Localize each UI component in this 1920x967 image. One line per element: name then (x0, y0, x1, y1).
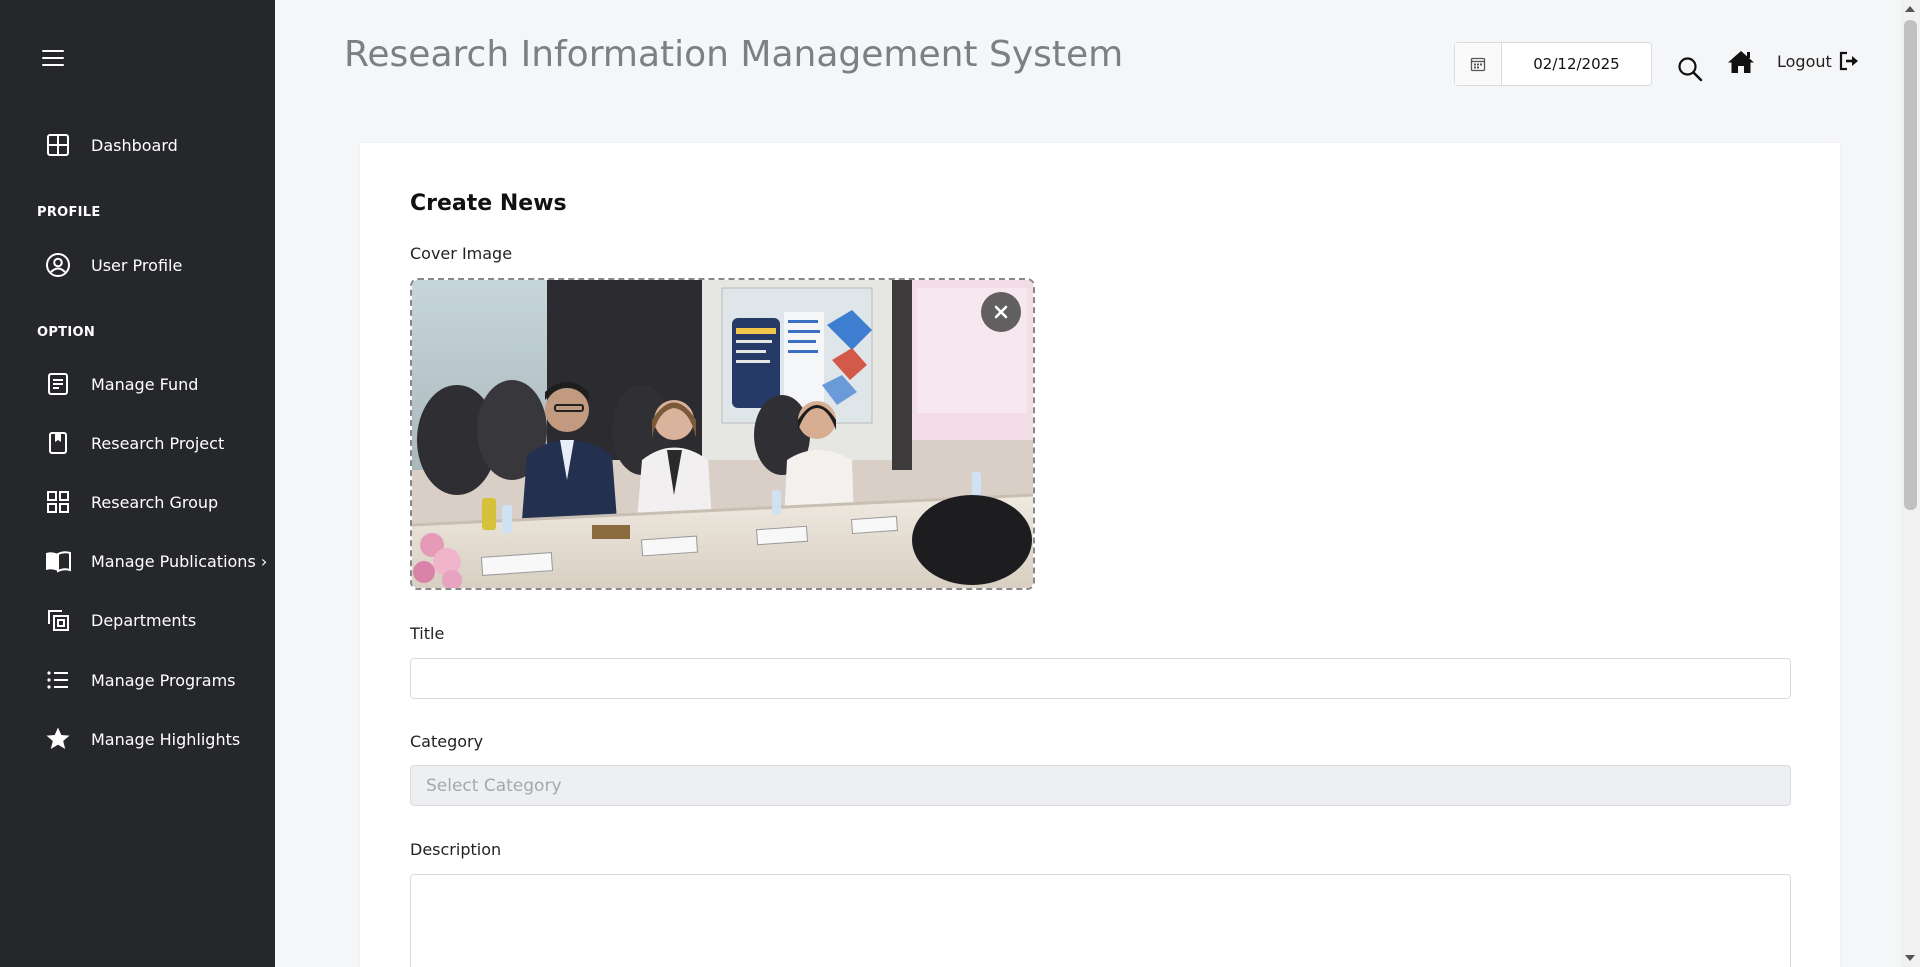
title-label: Title (410, 624, 445, 643)
sidebar-item-label: Research Group (91, 492, 219, 512)
section-label-option: OPTION (37, 325, 96, 340)
sidebar-item-manage-programs[interactable]: Manage Programs (0, 658, 275, 702)
date-picker[interactable]: 02/12/2025 (1454, 42, 1652, 86)
scrollbar-thumb[interactable] (1904, 20, 1917, 510)
search-icon[interactable] (1677, 56, 1703, 86)
sidebar-item-label: Manage Fund (91, 374, 199, 394)
title-input[interactable] (410, 658, 1791, 699)
document-icon (44, 370, 72, 398)
logout-label: Logout (1777, 51, 1832, 71)
cover-image-preview[interactable] (410, 278, 1035, 590)
sidebar-item-research-group[interactable]: Research Group (0, 480, 275, 524)
category-select[interactable]: Select Category (410, 765, 1791, 806)
sidebar-item-manage-publications[interactable]: Manage Publications › (0, 539, 275, 583)
sidebar-item-label: Manage Highlights (91, 729, 241, 749)
dashboard-icon (44, 131, 72, 159)
sidebar-item-research-project[interactable]: Research Project (0, 421, 275, 465)
cover-photo (412, 280, 1033, 588)
sidebar-item-dashboard[interactable]: Dashboard (0, 123, 275, 167)
category-label: Category (410, 732, 484, 751)
list-icon (44, 666, 72, 694)
scroll-down-icon[interactable] (1905, 955, 1915, 961)
remove-image-button[interactable] (981, 292, 1021, 332)
star-icon (44, 725, 72, 753)
description-label: Description (410, 840, 502, 859)
bookmark-icon (44, 429, 72, 457)
home-icon[interactable] (1727, 50, 1755, 78)
create-news-card: Create News Cover Image Title Category S… (360, 143, 1840, 967)
description-editor[interactable] (410, 874, 1791, 967)
sidebar-item-label: Departments (91, 610, 197, 630)
chevron-right-icon: › (260, 551, 268, 571)
user-circle-icon (44, 251, 72, 279)
book-open-icon (44, 547, 72, 575)
sidebar-item-label: Manage Publications › (91, 551, 268, 571)
section-label-profile: PROFILE (37, 205, 101, 220)
scroll-up-icon[interactable] (1905, 6, 1915, 12)
menu-toggle-icon[interactable] (42, 50, 64, 66)
sidebar-item-label: User Profile (91, 255, 183, 275)
logout-button[interactable]: Logout (1777, 50, 1860, 72)
grid-icon (44, 488, 72, 516)
copy-icon (44, 606, 72, 634)
calendar-icon[interactable] (1455, 43, 1502, 85)
cover-image-label: Cover Image (410, 244, 513, 263)
sidebar-item-label: Research Project (91, 433, 225, 453)
date-value: 02/12/2025 (1533, 55, 1620, 73)
logout-icon (1839, 51, 1858, 71)
sidebar-item-user-profile[interactable]: User Profile (0, 243, 275, 287)
sidebar-item-departments[interactable]: Departments (0, 598, 275, 642)
form-title: Create News (410, 191, 567, 216)
sidebar-item-manage-highlights[interactable]: Manage Highlights (0, 717, 275, 761)
page-title: Research Information Management System (344, 34, 1124, 75)
sidebar-item-label: Manage Programs (91, 670, 236, 690)
sidebar-item-label: Dashboard (91, 135, 178, 155)
close-icon (994, 305, 1008, 319)
sidebar-item-manage-fund[interactable]: Manage Fund (0, 362, 275, 406)
page-scrollbar[interactable] (1901, 0, 1920, 967)
category-placeholder: Select Category (426, 775, 562, 796)
sidebar: Dashboard PROFILE User Profile OPTION Ma… (0, 0, 275, 967)
